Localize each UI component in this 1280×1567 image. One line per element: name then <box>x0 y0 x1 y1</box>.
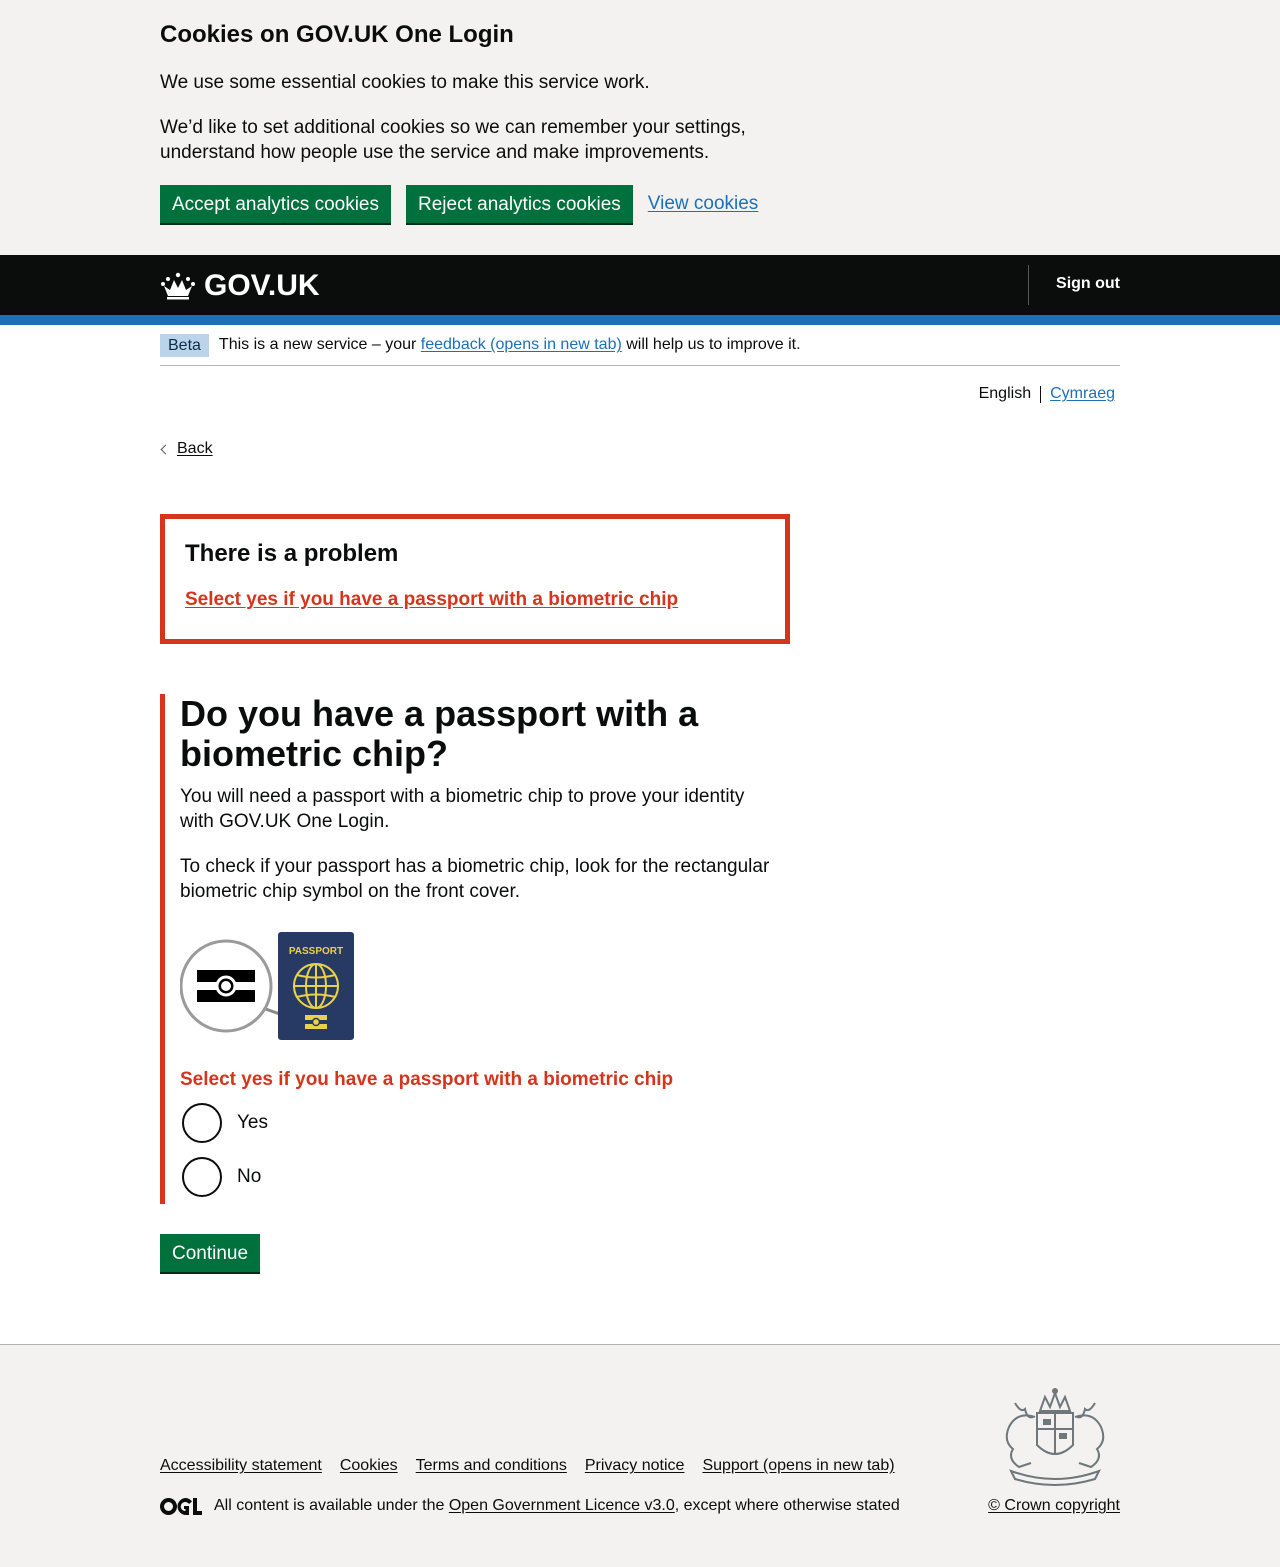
back-link[interactable]: Back <box>177 440 213 458</box>
sign-out-link[interactable]: Sign out <box>1056 275 1120 293</box>
cookie-banner-title: Cookies on GOV.UK One Login <box>160 21 514 48</box>
header-divider <box>1028 265 1029 305</box>
continue-button[interactable]: Continue <box>160 1234 261 1272</box>
site-footer: Accessibility statement Cookies Terms an… <box>0 1344 1280 1567</box>
govuk-logo-link[interactable]: GOV.UK <box>160 269 320 303</box>
licence-text-after: , except where otherwise stated <box>674 1497 900 1514</box>
radio-no-label[interactable]: No <box>237 1166 261 1188</box>
chevron-left-icon <box>160 444 171 454</box>
language-separator <box>1040 385 1042 403</box>
radio-error-message: Select yes if you have a passport with a… <box>180 1069 674 1090</box>
ogl-logo-icon <box>160 1497 202 1515</box>
passport-cover-text: PASSPORT <box>289 946 343 957</box>
radio-no-circle[interactable] <box>182 1157 222 1197</box>
cookie-actions: Accept analytics cookies Reject analytic… <box>160 185 758 223</box>
footer-link-privacy[interactable]: Privacy notice <box>585 1457 685 1475</box>
passport-illustration: PASSPORT <box>180 932 790 1042</box>
cookie-banner-text: We use some essential cookies to make th… <box>160 72 650 93</box>
biometric-chip-illustration: PASSPORT <box>180 932 354 1040</box>
radio-option-no[interactable]: No <box>180 1156 790 1198</box>
language-cymraeg-link[interactable]: Cymraeg <box>1050 385 1115 403</box>
crown-icon <box>161 272 195 300</box>
view-cookies-link[interactable]: View cookies <box>648 193 759 215</box>
passport-question-group: Do you have a passport with a biometric … <box>160 694 790 1204</box>
govuk-logo-text: GOV.UK <box>204 269 320 302</box>
footer-link-cookies[interactable]: Cookies <box>340 1457 398 1475</box>
phase-tag: Beta <box>160 333 209 357</box>
licence-text-before: All content is available under the <box>214 1497 445 1514</box>
error-summary-title: There is a problem <box>185 540 399 567</box>
back-link-container: Back <box>160 440 213 458</box>
radio-option-yes[interactable]: Yes <box>180 1102 790 1144</box>
crown-copyright-link[interactable]: © Crown copyright <box>988 1497 1120 1515</box>
licence-link[interactable]: Open Government Licence v3.0 <box>449 1497 675 1515</box>
site-header: GOV.UK Sign out <box>0 255 1280 325</box>
footer-links: Accessibility statement Cookies Terms an… <box>160 1457 913 1475</box>
radio-yes-circle[interactable] <box>182 1103 222 1143</box>
language-toggle: English Cymraeg <box>979 385 1115 403</box>
language-current: English <box>978 385 1032 402</box>
accept-cookies-button[interactable]: Accept analytics cookies <box>160 185 391 223</box>
footer-link-accessibility[interactable]: Accessibility statement <box>160 1457 322 1475</box>
page-title: Do you have a passport with a biometric … <box>180 693 699 774</box>
phase-text-after: will help us to improve it. <box>626 336 801 353</box>
footer-link-support[interactable]: Support (opens in new tab) <box>702 1457 894 1475</box>
radio-yes-label[interactable]: Yes <box>237 1112 268 1134</box>
question-hint-1: You will need a passport with a biometri… <box>180 786 745 832</box>
royal-coat-of-arms-icon <box>1005 1388 1105 1486</box>
footer-link-terms[interactable]: Terms and conditions <box>416 1457 567 1475</box>
feedback-link[interactable]: feedback (opens in new tab) <box>421 336 622 354</box>
cookie-banner: Cookies on GOV.UK One Login We use some … <box>0 0 1280 255</box>
question-hint-2: To check if your passport has a biometri… <box>180 856 770 902</box>
main-container: Beta This is a new service – your feedba… <box>160 325 1120 1344</box>
licence-statement: All content is available under the Open … <box>160 1497 900 1515</box>
phase-banner: Beta This is a new service – your feedba… <box>160 325 1120 366</box>
cookie-banner-text-additional: We’d like to set additional cookies so w… <box>160 117 746 163</box>
reject-cookies-button[interactable]: Reject analytics cookies <box>406 185 633 223</box>
error-summary-link[interactable]: Select yes if you have a passport with a… <box>185 589 765 611</box>
error-summary: There is a problem Select yes if you hav… <box>160 514 790 644</box>
phase-text-before: This is a new service – your <box>218 336 417 353</box>
